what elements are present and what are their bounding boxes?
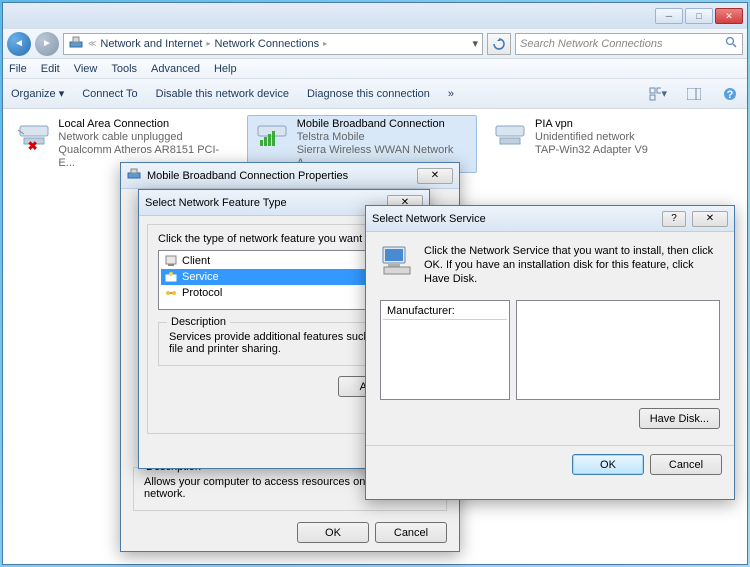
select-network-service-dialog: Select Network Service ? ✕ Click the Net… [365, 205, 735, 500]
cancel-button[interactable]: Cancel [375, 522, 447, 543]
connection-title: Local Area Connection [58, 118, 233, 131]
list-item-label: Service [182, 271, 219, 283]
nic-icon [491, 118, 529, 152]
svg-text:?: ? [727, 89, 734, 101]
connection-item[interactable]: PIA vpn Unidentified network TAP-Win32 A… [485, 115, 715, 173]
refresh-button[interactable] [487, 33, 511, 55]
dialog-title: Mobile Broadband Connection Properties [147, 170, 411, 182]
menu-help[interactable]: Help [214, 63, 237, 75]
connection-status: Network cable unplugged [58, 131, 233, 144]
menu-edit[interactable]: Edit [41, 63, 60, 75]
breadcrumb-item[interactable]: Network and Internet [100, 38, 202, 50]
list-item-label: Client [182, 255, 210, 267]
connection-status: Unidentified network [535, 131, 648, 144]
dialog-title: Select Network Service [372, 213, 656, 225]
dropdown-arrow-icon[interactable]: ▾ [472, 37, 478, 50]
nic-icon: ✖ [15, 118, 52, 152]
protocol-icon [164, 286, 178, 300]
cancel-button[interactable]: Cancel [650, 454, 722, 475]
chevron-icon: ≪ [88, 39, 96, 48]
connection-title: PIA vpn [535, 118, 648, 131]
computer-icon [380, 244, 414, 286]
column-header-manufacturer: Manufacturer: [383, 303, 507, 320]
view-options-icon[interactable]: ▾ [649, 85, 667, 103]
close-button[interactable]: ✕ [715, 8, 743, 24]
have-disk-button[interactable]: Have Disk... [639, 408, 720, 429]
connect-to-button[interactable]: Connect To [82, 88, 137, 100]
network-icon [127, 167, 141, 184]
organize-button[interactable]: Organize ▾ [11, 87, 64, 100]
diagnose-button[interactable]: Diagnose this connection [307, 88, 430, 100]
description-group-label: Description [167, 316, 230, 328]
instruction-text: Click the Network Service that you want … [424, 244, 720, 286]
list-item-label: Protocol [182, 287, 222, 299]
minimize-button[interactable]: ─ [655, 8, 683, 24]
signal-icon [253, 118, 291, 152]
connection-status: Telstra Mobile [297, 131, 471, 144]
search-icon [725, 36, 738, 52]
address-bar[interactable]: ≪ Network and Internet ▸ Network Connect… [63, 33, 483, 55]
chevron-right-icon: ▸ [323, 39, 327, 48]
menu-bar: File Edit View Tools Advanced Help [3, 59, 747, 79]
close-button[interactable]: ✕ [417, 168, 453, 184]
service-icon [164, 270, 178, 284]
preview-pane-icon[interactable] [685, 85, 703, 103]
help-button[interactable]: ? [662, 211, 686, 227]
breadcrumb-item[interactable]: Network Connections [215, 38, 320, 50]
connection-title: Mobile Broadband Connection [297, 118, 471, 131]
error-x-icon: ✖ [28, 139, 38, 153]
client-icon [164, 254, 178, 268]
disable-device-button[interactable]: Disable this network device [156, 88, 289, 100]
search-placeholder: Search Network Connections [520, 38, 662, 50]
service-listbox[interactable] [516, 300, 720, 400]
command-bar: Organize ▾ Connect To Disable this netwo… [3, 79, 747, 109]
close-button[interactable]: ✕ [692, 211, 728, 227]
manufacturer-listbox[interactable]: Manufacturer: [380, 300, 510, 400]
network-icon [68, 34, 84, 53]
back-button[interactable]: ◄ [7, 32, 31, 56]
dialog-titlebar: Mobile Broadband Connection Properties ✕ [121, 163, 459, 189]
menu-view[interactable]: View [74, 63, 98, 75]
connection-device: TAP-Win32 Adapter V9 [535, 144, 648, 157]
dialog-titlebar: Select Network Service ? ✕ [366, 206, 734, 232]
chevron-right-icon: ▸ [207, 39, 211, 48]
menu-advanced[interactable]: Advanced [151, 63, 200, 75]
nav-bar: ◄ ► ≪ Network and Internet ▸ Network Con… [3, 29, 747, 59]
dialog-title: Select Network Feature Type [145, 197, 381, 209]
search-input[interactable]: Search Network Connections [515, 33, 743, 55]
maximize-button[interactable]: □ [685, 8, 713, 24]
menu-tools[interactable]: Tools [111, 63, 137, 75]
ok-button[interactable]: OK [297, 522, 369, 543]
window-titlebar: ─ □ ✕ [3, 3, 747, 29]
menu-file[interactable]: File [9, 63, 27, 75]
overflow-button[interactable]: » [448, 88, 454, 100]
help-icon[interactable]: ? [721, 85, 739, 103]
ok-button[interactable]: OK [572, 454, 644, 475]
forward-button[interactable]: ► [35, 32, 59, 56]
